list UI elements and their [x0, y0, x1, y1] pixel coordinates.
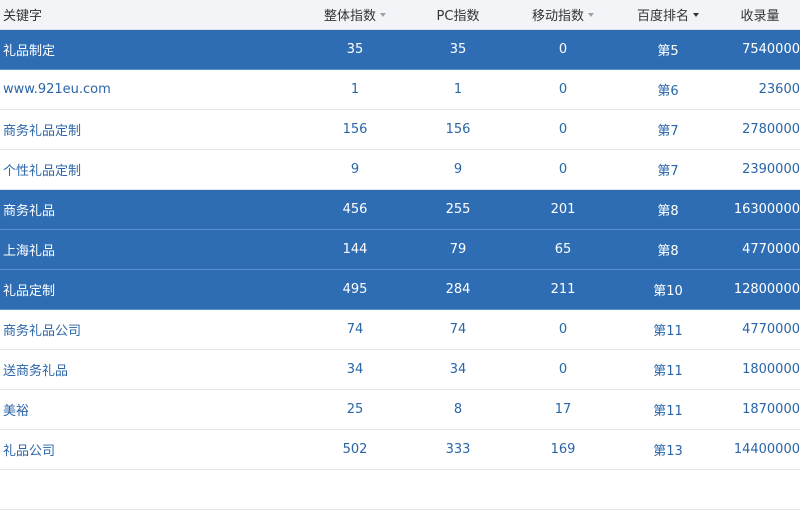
baidu-rank-cell: 第13	[653, 444, 683, 459]
mobile-index-cell: 211	[550, 282, 576, 297]
mobile-index-cell: 65	[554, 242, 572, 257]
total-index-cell: 34	[346, 362, 364, 377]
header-keyword-label: 关键字	[3, 9, 43, 24]
total-index-cell: 456	[342, 202, 368, 217]
mobile-index-cell: 0	[558, 162, 568, 177]
mobile-index-cell: 0	[558, 322, 568, 337]
baidu-rank-cell: 第10	[653, 284, 683, 299]
pc-index-cell: 34	[449, 362, 467, 377]
header-total-index-label: 整体指数	[323, 9, 376, 24]
table-row[interactable]: 个性礼品定制 9 9 0 第7 2390000	[0, 150, 800, 190]
baidu-rank-cell: 第6	[657, 84, 679, 99]
keyword-ranking-table: 关键字 整体指数 PC指数 移动指数 百度排名 收录量 礼品制定 35 35 0 第5 7…	[0, 0, 800, 510]
indexed-count-cell: 12800000	[733, 282, 800, 297]
indexed-count-cell: 1870000	[742, 402, 800, 417]
baidu-rank-cell: 第11	[653, 324, 683, 339]
indexed-count-cell: 7540000	[742, 42, 800, 57]
indexed-count-cell: 23600	[758, 82, 800, 97]
pc-index-cell: 156	[445, 122, 471, 137]
header-baidu-rank-label: 百度排名	[636, 9, 689, 24]
pc-index-cell: 255	[445, 202, 471, 217]
table-row[interactable]: 商务礼品公司 74 74 0 第11 4770000	[0, 310, 800, 350]
keyword-link[interactable]: 上海礼品	[3, 230, 283, 269]
keyword-link[interactable]: 个性礼品定制	[3, 150, 283, 189]
total-index-cell: 74	[346, 322, 364, 337]
header-keyword: 关键字	[3, 0, 283, 29]
table-row[interactable]: www.921eu.com 1 1 0 第6 23600	[0, 70, 800, 110]
mobile-index-cell: 0	[558, 82, 568, 97]
indexed-count-cell: 2390000	[742, 162, 800, 177]
total-index-cell: 35	[346, 42, 364, 57]
table-row[interactable]: 礼品制定 35 35 0 第5 7540000	[0, 30, 800, 70]
keyword-link[interactable]: 礼品制定	[3, 30, 283, 69]
pc-index-cell: 1	[453, 82, 463, 97]
baidu-rank-cell: 第5	[657, 44, 679, 59]
header-indexed: 收录量	[720, 0, 800, 29]
keyword-link[interactable]: 送商务礼品	[3, 350, 283, 389]
total-index-cell: 25	[346, 402, 364, 417]
total-index-cell: 144	[342, 242, 368, 257]
keyword-link[interactable]: 礼品定制	[3, 270, 283, 309]
table-row[interactable]: 送商务礼品 34 34 0 第11 1800000	[0, 350, 800, 390]
table-row[interactable]: 商务礼品 456 255 201 第8 16300000	[0, 190, 800, 230]
mobile-index-cell: 0	[558, 362, 568, 377]
header-pc-index[interactable]: PC指数	[408, 0, 508, 29]
table-row[interactable]: 上海礼品 144 79 65 第8 4770000	[0, 230, 800, 270]
table-header: 关键字 整体指数 PC指数 移动指数 百度排名 收录量	[0, 0, 800, 30]
pc-index-cell: 74	[449, 322, 467, 337]
total-index-cell: 502	[342, 442, 368, 457]
header-indexed-label: 收录量	[740, 9, 780, 24]
baidu-rank-cell: 第11	[653, 364, 683, 379]
total-index-cell: 9	[350, 162, 360, 177]
baidu-rank-cell: 第8	[657, 244, 679, 259]
total-index-cell: 1	[350, 82, 360, 97]
sort-down-icon[interactable]	[588, 12, 594, 17]
pc-index-cell: 35	[449, 42, 467, 57]
baidu-rank-cell: 第7	[657, 164, 679, 179]
indexed-count-cell: 1800000	[742, 362, 800, 377]
table-row[interactable]: 美裕 25 8 17 第11 1870000	[0, 390, 800, 430]
header-baidu-rank[interactable]: 百度排名	[618, 0, 718, 29]
table-row-partial	[0, 470, 800, 510]
header-pc-index-label: PC指数	[436, 9, 480, 24]
sort-down-icon[interactable]	[693, 12, 699, 17]
indexed-count-cell: 4770000	[742, 242, 800, 257]
keyword-link[interactable]: 商务礼品定制	[3, 110, 283, 149]
header-mobile-index-label: 移动指数	[531, 9, 584, 24]
baidu-rank-cell: 第7	[657, 124, 679, 139]
table-row[interactable]: 礼品定制 495 284 211 第10 12800000	[0, 270, 800, 310]
total-index-cell: 156	[342, 122, 368, 137]
baidu-rank-cell: 第11	[653, 404, 683, 419]
pc-index-cell: 9	[453, 162, 463, 177]
keyword-link[interactable]: 商务礼品	[3, 190, 283, 229]
table-row[interactable]: 商务礼品定制 156 156 0 第7 2780000	[0, 110, 800, 150]
indexed-count-cell: 16300000	[733, 202, 800, 217]
sort-down-icon[interactable]	[380, 12, 386, 17]
indexed-count-cell: 2780000	[742, 122, 800, 137]
baidu-rank-cell: 第8	[657, 204, 679, 219]
table-body: 礼品制定 35 35 0 第5 7540000 www.921eu.com 1 1 0 第6 2360…	[0, 30, 800, 470]
keyword-link[interactable]: www.921eu.com	[3, 70, 283, 109]
pc-index-cell: 8	[453, 402, 463, 417]
indexed-count-cell: 14400000	[733, 442, 800, 457]
mobile-index-cell: 201	[550, 202, 576, 217]
pc-index-cell: 79	[449, 242, 467, 257]
header-total-index[interactable]: 整体指数	[305, 0, 405, 29]
mobile-index-cell: 169	[550, 442, 576, 457]
mobile-index-cell: 0	[558, 122, 568, 137]
mobile-index-cell: 0	[558, 42, 568, 57]
mobile-index-cell: 17	[554, 402, 572, 417]
indexed-count-cell: 4770000	[742, 322, 800, 337]
keyword-link[interactable]: 商务礼品公司	[3, 310, 283, 349]
pc-index-cell: 333	[445, 442, 471, 457]
total-index-cell: 495	[342, 282, 368, 297]
keyword-link[interactable]: 美裕	[3, 390, 283, 429]
pc-index-cell: 284	[445, 282, 471, 297]
keyword-link[interactable]: 礼品公司	[3, 430, 283, 469]
header-mobile-index[interactable]: 移动指数	[513, 0, 613, 29]
table-row[interactable]: 礼品公司 502 333 169 第13 14400000	[0, 430, 800, 470]
